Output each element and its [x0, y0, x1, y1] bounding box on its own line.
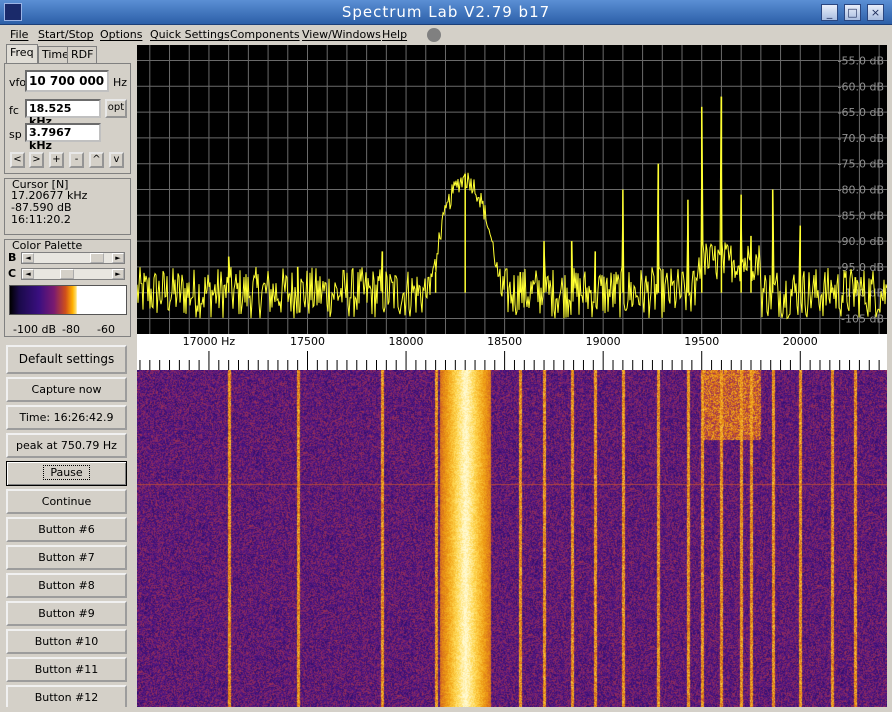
y-tick-label: -65.0 dB	[838, 106, 885, 119]
frequency-labels: 17000 Hz 17500 18000 18500 19000 19500 20000	[183, 335, 818, 348]
status-indicator-icon	[427, 28, 441, 42]
bottom-border	[0, 707, 892, 712]
vfo-input[interactable]: 10 700 000	[25, 70, 109, 92]
continue-button[interactable]: Continue	[6, 489, 127, 514]
y-tick-label: -85.0 dB	[838, 209, 885, 222]
x-tick-label: 20000	[783, 335, 818, 348]
sp-input[interactable]: 3.7967 kHz	[25, 123, 101, 152]
x-tick-label: 17500	[290, 335, 325, 348]
menu-options[interactable]: Options	[100, 28, 142, 41]
contrast-right-arrow-icon[interactable]: ►	[112, 269, 124, 279]
frequency-scale[interactable]: 17000 Hz 17500 18000 18500 19000 19500 20000	[137, 334, 887, 370]
palette-label-high: -60	[97, 323, 115, 336]
menu-start-stop[interactable]: Start/Stop	[38, 28, 94, 41]
fc-input[interactable]: 18.525 kHz	[25, 99, 101, 128]
frequency-ticks	[139, 351, 880, 370]
close-button[interactable]: ×	[867, 4, 884, 21]
x-tick-label: 19000	[586, 335, 621, 348]
button-10[interactable]: Button #10	[6, 629, 127, 654]
peak-button[interactable]: peak at 750.79 Hz	[6, 433, 127, 458]
menu-bar: File Start/Stop Options Quick Settings C…	[0, 25, 892, 45]
step-minus-button[interactable]: -	[69, 152, 84, 168]
brightness-left-arrow-icon[interactable]: ◄	[22, 253, 34, 263]
brightness-thumb[interactable]	[90, 253, 104, 263]
cursor-panel: Cursor [N] 17.20677 kHz -87.590 dB 16:11…	[4, 178, 131, 235]
button-8[interactable]: Button #8	[6, 573, 127, 598]
menu-view-windows[interactable]: View/Windows	[302, 28, 381, 41]
waterfall-canvas[interactable]	[137, 370, 887, 707]
brightness-right-arrow-icon[interactable]: ►	[112, 253, 124, 263]
fc-label: fc	[9, 104, 19, 117]
palette-gradient	[9, 285, 127, 315]
palette-label-mid: -80	[62, 323, 80, 336]
spectrum-graph[interactable]: -55.0 dB -60.0 dB -65.0 dB -70.0 dB -75.0 dB…	[136, 45, 888, 334]
frequency-scale-svg: 17000 Hz 17500 18000 18500 19000 19500 20000	[139, 335, 880, 370]
sp-label: sp	[9, 128, 22, 141]
button-9[interactable]: Button #9	[6, 601, 127, 626]
vfo-unit: Hz	[113, 76, 128, 89]
pause-button[interactable]: Pause	[6, 461, 127, 486]
x-tick-label: 18500	[487, 335, 522, 348]
brightness-slider[interactable]: ◄ ►	[21, 252, 125, 264]
freq-panel: vfo 10 700 000 Hz fc 18.525 kHz opt sp 3…	[4, 63, 131, 174]
capture-now-button[interactable]: Capture now	[6, 377, 127, 402]
y-tick-label: -60.0 dB	[838, 80, 885, 93]
vfo-label: vfo	[9, 76, 27, 89]
contrast-thumb[interactable]	[60, 269, 74, 279]
waterfall-display[interactable]	[137, 370, 887, 707]
contrast-label: C	[8, 267, 17, 280]
contrast-slider[interactable]: ◄ ►	[21, 268, 125, 280]
time-button[interactable]: Time: 16:26:42.9	[6, 405, 127, 430]
opt-button[interactable]: opt	[105, 99, 127, 118]
y-tick-label: -70.0 dB	[838, 132, 885, 145]
title-bar: Spectrum Lab V2.79 b17 _ □ ×	[0, 0, 892, 25]
y-tick-label: -75.0 dB	[838, 158, 885, 171]
pause-button-label: Pause	[43, 465, 90, 480]
tab-rdf[interactable]: RDF	[67, 46, 98, 63]
step-right-button[interactable]: >	[29, 152, 44, 168]
spectrum-peaks	[227, 96, 857, 293]
maximize-button[interactable]: □	[844, 4, 861, 21]
spectrum-grid	[137, 45, 887, 334]
palette-label-low: -100 dB	[13, 323, 56, 336]
menu-file[interactable]: File	[10, 28, 28, 41]
spectrum-plot[interactable]: -55.0 dB -60.0 dB -65.0 dB -70.0 dB -75.0 dB…	[136, 45, 888, 334]
tab-freq[interactable]: Freq	[6, 44, 38, 64]
contrast-left-arrow-icon[interactable]: ◄	[22, 269, 34, 279]
brightness-label: B	[8, 251, 17, 264]
y-tick-label: -105 dB	[841, 313, 884, 326]
palette-panel: Color Palette B ◄ ► C ◄ ► -100 dB -80 -6…	[4, 239, 131, 337]
x-tick-label: 17000 Hz	[183, 335, 236, 348]
menu-help[interactable]: Help	[382, 28, 407, 41]
step-plus-button[interactable]: +	[49, 152, 64, 168]
button-6[interactable]: Button #6	[6, 517, 127, 542]
menu-quick-settings[interactable]: Quick Settings	[150, 28, 230, 41]
step-up-button[interactable]: ^	[89, 152, 104, 168]
minimize-button[interactable]: _	[821, 4, 838, 21]
y-tick-label: -80.0 dB	[838, 184, 885, 197]
palette-title: Color Palette	[12, 239, 83, 252]
step-left-button[interactable]: <	[10, 152, 25, 168]
y-tick-label: -55.0 dB	[838, 54, 885, 67]
x-tick-label: 19500	[684, 335, 719, 348]
menu-components[interactable]: Components	[230, 28, 300, 41]
window-title: Spectrum Lab V2.79 b17	[341, 3, 551, 21]
default-settings-button[interactable]: Default settings	[6, 345, 127, 374]
x-tick-label: 18000	[389, 335, 424, 348]
y-tick-label: -90.0 dB	[838, 235, 885, 248]
step-down-button[interactable]: v	[109, 152, 124, 168]
button-7[interactable]: Button #7	[6, 545, 127, 570]
cursor-time: 16:11:20.2	[11, 213, 71, 226]
button-11[interactable]: Button #11	[6, 657, 127, 682]
spectrum-trace	[136, 96, 888, 320]
